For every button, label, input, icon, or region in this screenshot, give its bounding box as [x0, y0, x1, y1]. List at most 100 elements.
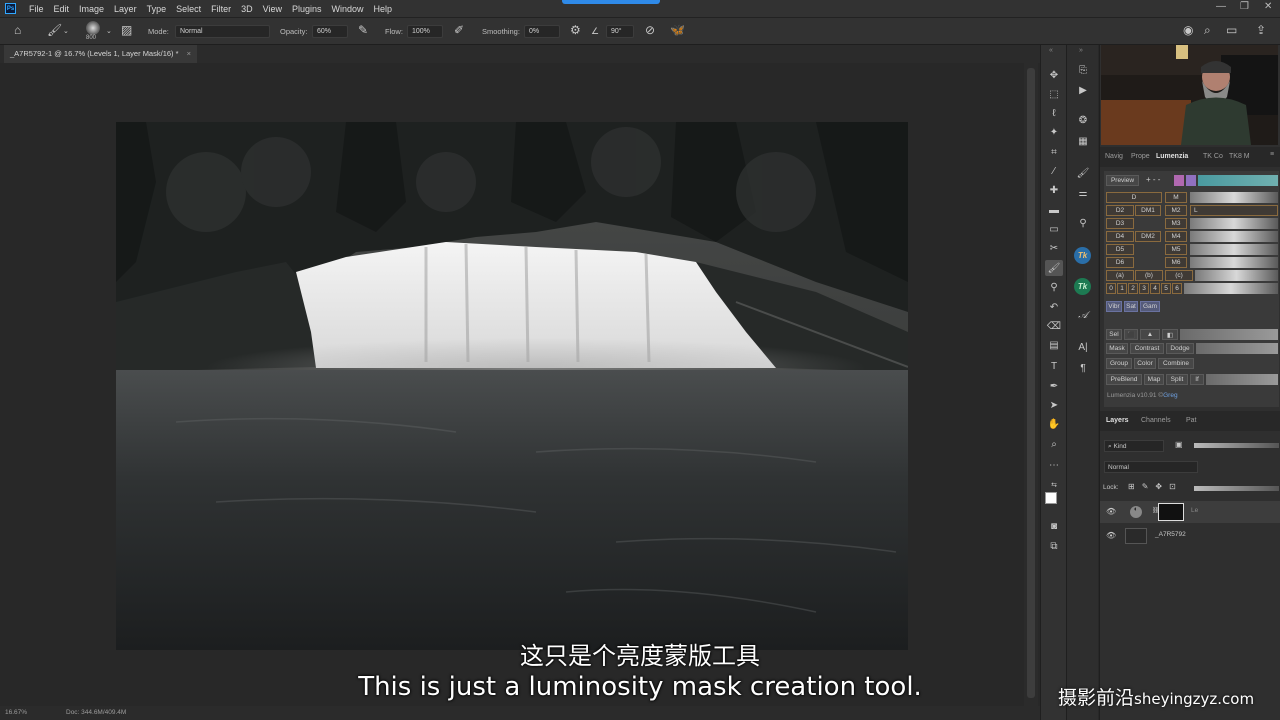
maximize-icon[interactable]: ❐ [1240, 1, 1249, 12]
preview-button[interactable]: Preview [1106, 175, 1139, 186]
brush-settings-icon[interactable]: 🖌 [1074, 165, 1092, 181]
spot-healing-tool-icon[interactable]: ✚ [1045, 182, 1063, 198]
tab-tk8[interactable]: TK8 M [1229, 153, 1250, 160]
tk-plugin-green-icon[interactable]: Tk [1074, 278, 1091, 295]
character-icon[interactable]: A| [1074, 339, 1092, 355]
panel-menu-icon[interactable]: ≡ [1270, 151, 1274, 158]
screen-mode-icon[interactable]: ⧉ [1045, 538, 1063, 554]
saturation-button[interactable]: Sat [1124, 301, 1138, 312]
layer-name-background[interactable]: _A7R5792 [1155, 531, 1186, 538]
if-button[interactable]: If [1190, 374, 1204, 385]
lum-btn-dm1[interactable]: DM1 [1135, 205, 1161, 216]
swap-colors-icon[interactable]: ⇆ [1045, 477, 1063, 493]
workspace-icon[interactable]: ▭ [1226, 23, 1237, 37]
zone-bar[interactable] [1184, 283, 1278, 294]
lum-btn-m5[interactable]: M5 [1165, 244, 1187, 255]
marquee-tool-icon[interactable]: ⬚ [1045, 86, 1063, 102]
more-tools-icon[interactable]: ⋯ [1045, 457, 1063, 473]
zone-1[interactable]: 1 [1117, 283, 1127, 294]
plus-minus-controls[interactable]: + - - [1146, 175, 1160, 184]
lum-btn-l2[interactable]: L [1190, 205, 1278, 216]
filter-toggle-bar[interactable] [1194, 443, 1279, 448]
eye-icon[interactable]: 👁 [1106, 531, 1116, 540]
chevron-down-icon[interactable]: ⌄ [106, 27, 112, 35]
lum-btn-d4[interactable]: D4 [1106, 231, 1134, 242]
move-tool-icon[interactable]: ✥ [1045, 67, 1063, 83]
search-icon[interactable]: ⌕ [1204, 23, 1211, 38]
quick-mask-icon[interactable]: ◙ [1045, 518, 1063, 534]
map-button[interactable]: Map [1144, 374, 1164, 385]
menu-file[interactable]: File [24, 4, 49, 14]
share-upload-icon[interactable]: ⇪ [1256, 23, 1266, 37]
brush-preview-icon[interactable] [86, 21, 100, 35]
eraser-tool-icon[interactable]: ⌫ [1045, 318, 1063, 334]
layer-name-levels[interactable]: Le [1191, 507, 1198, 514]
lum-btn-m4[interactable]: M4 [1165, 231, 1187, 242]
teal-swatch[interactable] [1198, 175, 1278, 186]
lum-btn-l[interactable] [1190, 192, 1278, 203]
healing-brush-tool-icon[interactable]: ▬ [1045, 202, 1063, 218]
path-select-tool-icon[interactable]: ➤ [1045, 397, 1063, 413]
photoshop-logo-icon[interactable]: Ps [5, 3, 16, 14]
lum-btn-d3[interactable]: D3 [1106, 218, 1134, 229]
brush-settings-icon[interactable]: ▨ [121, 23, 132, 37]
eye-icon[interactable]: 👁 [1106, 507, 1116, 516]
swatches-grid-icon[interactable]: ▦ [1074, 133, 1092, 149]
doc-size-info[interactable]: Doc: 344.6M/409.4M [66, 709, 126, 716]
brush-tool-icon[interactable]: 🖌 [47, 23, 62, 37]
history-brush-tool-icon[interactable]: ↶ [1045, 299, 1063, 315]
gradient-tool-icon[interactable]: ▤ [1045, 337, 1063, 353]
layer-filter-kind[interactable]: ⌕ Kind [1104, 440, 1164, 452]
type-tool-icon[interactable]: T [1045, 358, 1063, 374]
hand-tool-icon[interactable]: ✋ [1045, 416, 1063, 432]
waterfall-photo[interactable] [116, 122, 908, 650]
sel-button[interactable]: Sel [1106, 329, 1122, 340]
combine-button[interactable]: Combine [1158, 358, 1194, 369]
foreground-color-swatch[interactable] [1045, 492, 1057, 504]
adjustments-sliders-icon[interactable]: ⚌ [1074, 185, 1092, 201]
menu-window[interactable]: Window [327, 4, 369, 14]
lum-btn-d6[interactable]: D6 [1106, 257, 1134, 268]
lum-btn-dm2[interactable]: DM2 [1135, 231, 1161, 242]
menu-plugins[interactable]: Plugins [287, 4, 327, 14]
sel-icon-2[interactable]: ▲ [1140, 329, 1160, 340]
sel-icon-3[interactable]: ◧ [1162, 329, 1178, 340]
home-icon[interactable]: ⌂ [14, 23, 21, 37]
preblend-button[interactable]: PreBlend [1106, 374, 1142, 385]
gamut-button[interactable]: Gam [1140, 301, 1160, 312]
lum-btn-l3[interactable] [1190, 218, 1278, 229]
clone-source-icon[interactable]: ⚲ [1074, 215, 1092, 231]
close-icon[interactable]: ✕ [1264, 1, 1272, 12]
zone-2[interactable]: 2 [1128, 283, 1138, 294]
menu-select[interactable]: Select [171, 4, 206, 14]
gear-icon[interactable]: ⚙ [570, 23, 581, 37]
menu-filter[interactable]: Filter [206, 4, 236, 14]
scrollbar-thumb[interactable] [1027, 68, 1035, 698]
history-icon[interactable]: ⎘ [1074, 62, 1092, 78]
symmetry-icon[interactable]: 🦋 [670, 23, 685, 37]
actions-play-icon[interactable]: ▶ [1074, 82, 1092, 98]
pressure-size-icon[interactable]: ⊘ [645, 23, 655, 37]
tab-navigator[interactable]: Navig [1105, 153, 1123, 160]
zone-3[interactable]: 3 [1139, 283, 1149, 294]
lum-btn-d[interactable]: D [1106, 192, 1162, 203]
lum-btn-c[interactable]: (c) [1165, 270, 1193, 281]
contrast-button[interactable]: Contrast [1130, 343, 1164, 354]
tk-plugin-blue-icon[interactable]: Tk [1074, 247, 1091, 264]
airbrush-icon[interactable]: ✐ [454, 23, 464, 37]
brush-tool-icon[interactable]: 🖌 [1045, 260, 1063, 276]
lum-btn-extra[interactable] [1195, 270, 1278, 281]
tab-lumenzia[interactable]: Lumenzia [1156, 153, 1188, 160]
share-icon[interactable]: ◉ [1183, 23, 1193, 37]
menu-type[interactable]: Type [142, 4, 172, 14]
lum-btn-m2[interactable]: M2 [1165, 205, 1187, 216]
opacity-field[interactable]: 60% [312, 25, 348, 38]
lasso-tool-icon[interactable]: ℓ [1045, 105, 1063, 121]
lum-btn-l5[interactable] [1190, 244, 1278, 255]
menu-view[interactable]: View [258, 4, 287, 14]
eyedropper-tool-icon[interactable]: ⁄ [1045, 163, 1063, 179]
pressure-opacity-icon[interactable]: ✎ [358, 23, 368, 37]
pink-swatch[interactable] [1174, 175, 1184, 186]
layer-mask-thumbnail[interactable] [1158, 503, 1184, 521]
tab-paths[interactable]: Pat [1186, 417, 1197, 424]
